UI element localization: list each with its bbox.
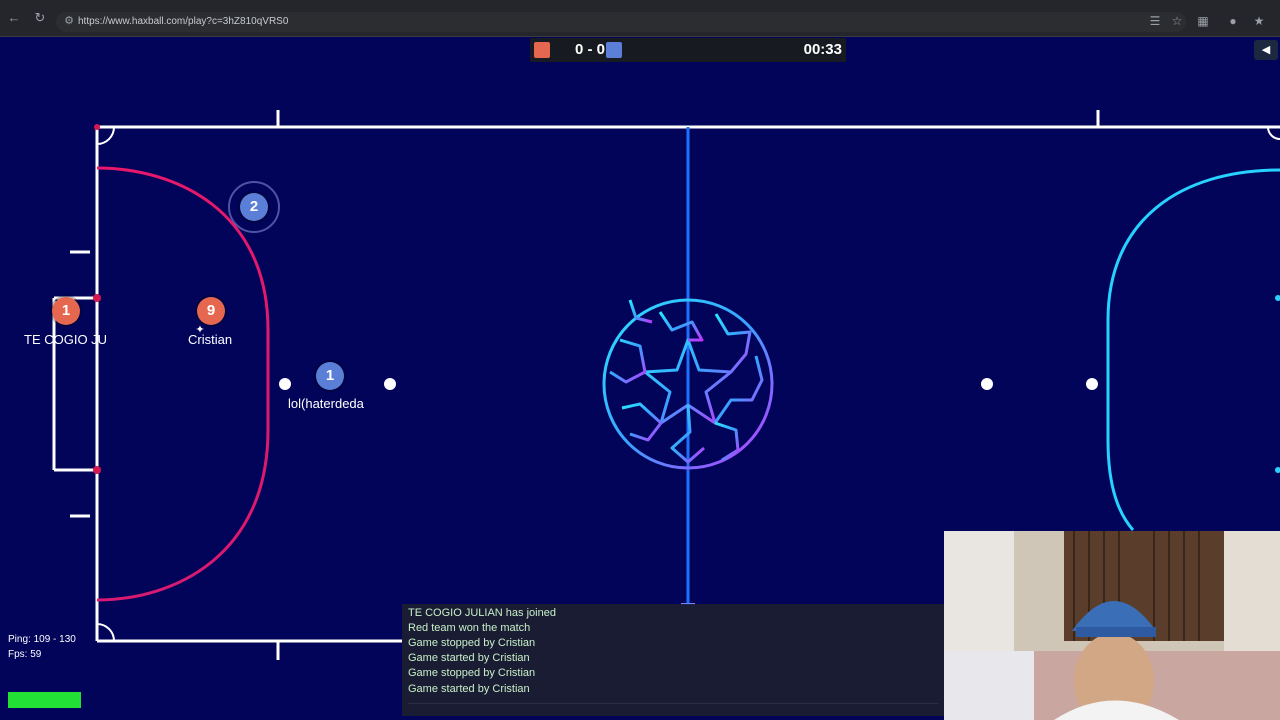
chat-message: Game started by Cristian bbox=[408, 683, 530, 695]
browser-toolbar: ← ↻ ⚙ https://www.haxball.com/play?c=3hZ… bbox=[0, 0, 1280, 37]
chat-message: Game started by Cristian bbox=[408, 652, 530, 664]
player-disc-red: 1 bbox=[52, 297, 80, 325]
player-name: lol(haterdeda bbox=[288, 396, 364, 411]
chat-message: Game stopped by Cristian bbox=[408, 637, 536, 649]
network-stats: Ping: 109 - 130 Fps: 59 bbox=[8, 632, 76, 662]
webcam-overlay bbox=[944, 531, 1280, 720]
corner-arc bbox=[1267, 126, 1280, 140]
reload-icon[interactable]: ↻ bbox=[32, 10, 48, 26]
chat-message: Game stopped by Cristian bbox=[408, 667, 536, 679]
player-disc-blue: 1 bbox=[316, 362, 344, 390]
player-number: 1 bbox=[61, 302, 71, 319]
menu-icon[interactable]: ★ bbox=[1250, 12, 1268, 30]
site-info-icon[interactable]: ⚙ bbox=[62, 14, 76, 28]
corner-arc bbox=[96, 126, 115, 145]
fps-text: Fps: 59 bbox=[8, 649, 42, 660]
player-disc-red: 9 bbox=[197, 297, 225, 325]
left-penalty-arc bbox=[96, 166, 270, 602]
fps-graph bbox=[8, 692, 81, 708]
player-number: 2 bbox=[249, 198, 259, 215]
translate-icon[interactable]: ☰ bbox=[1146, 12, 1164, 30]
chat-message: Red team won the match bbox=[408, 622, 531, 634]
player-number: 9 bbox=[206, 302, 216, 319]
marker-dot bbox=[1086, 378, 1098, 390]
marker-dot bbox=[384, 378, 396, 390]
star-icon[interactable]: ☆ bbox=[1168, 12, 1186, 30]
chat-input[interactable] bbox=[408, 703, 938, 714]
webcam-image bbox=[944, 531, 1280, 720]
ping-text: Ping: 109 - 130 bbox=[8, 634, 76, 645]
chat-message: TE COGIO JULIAN has joined bbox=[408, 607, 556, 619]
corner-arc bbox=[96, 623, 115, 642]
address-bar[interactable]: ⚙ https://www.haxball.com/play?c=3hZ810q… bbox=[56, 12, 1186, 32]
player-number: 1 bbox=[325, 367, 335, 384]
right-penalty-arc bbox=[1106, 168, 1280, 531]
chat-panel: TE COGIO JULIAN has joined Red team won … bbox=[402, 604, 944, 716]
marker-dot bbox=[279, 378, 291, 390]
player-name: Cristian bbox=[188, 332, 233, 347]
url-text[interactable]: https://www.haxball.com/play?c=3hZ810qVR… bbox=[78, 15, 288, 29]
player-disc-blue: 2 bbox=[240, 193, 268, 221]
extensions-icon[interactable]: ▦ bbox=[1194, 12, 1212, 30]
back-arrow-icon[interactable]: ← bbox=[6, 10, 22, 26]
player-name: TE COGIO JU bbox=[24, 332, 108, 347]
profile-icon[interactable]: ● bbox=[1224, 12, 1242, 30]
marker-dot bbox=[981, 378, 993, 390]
